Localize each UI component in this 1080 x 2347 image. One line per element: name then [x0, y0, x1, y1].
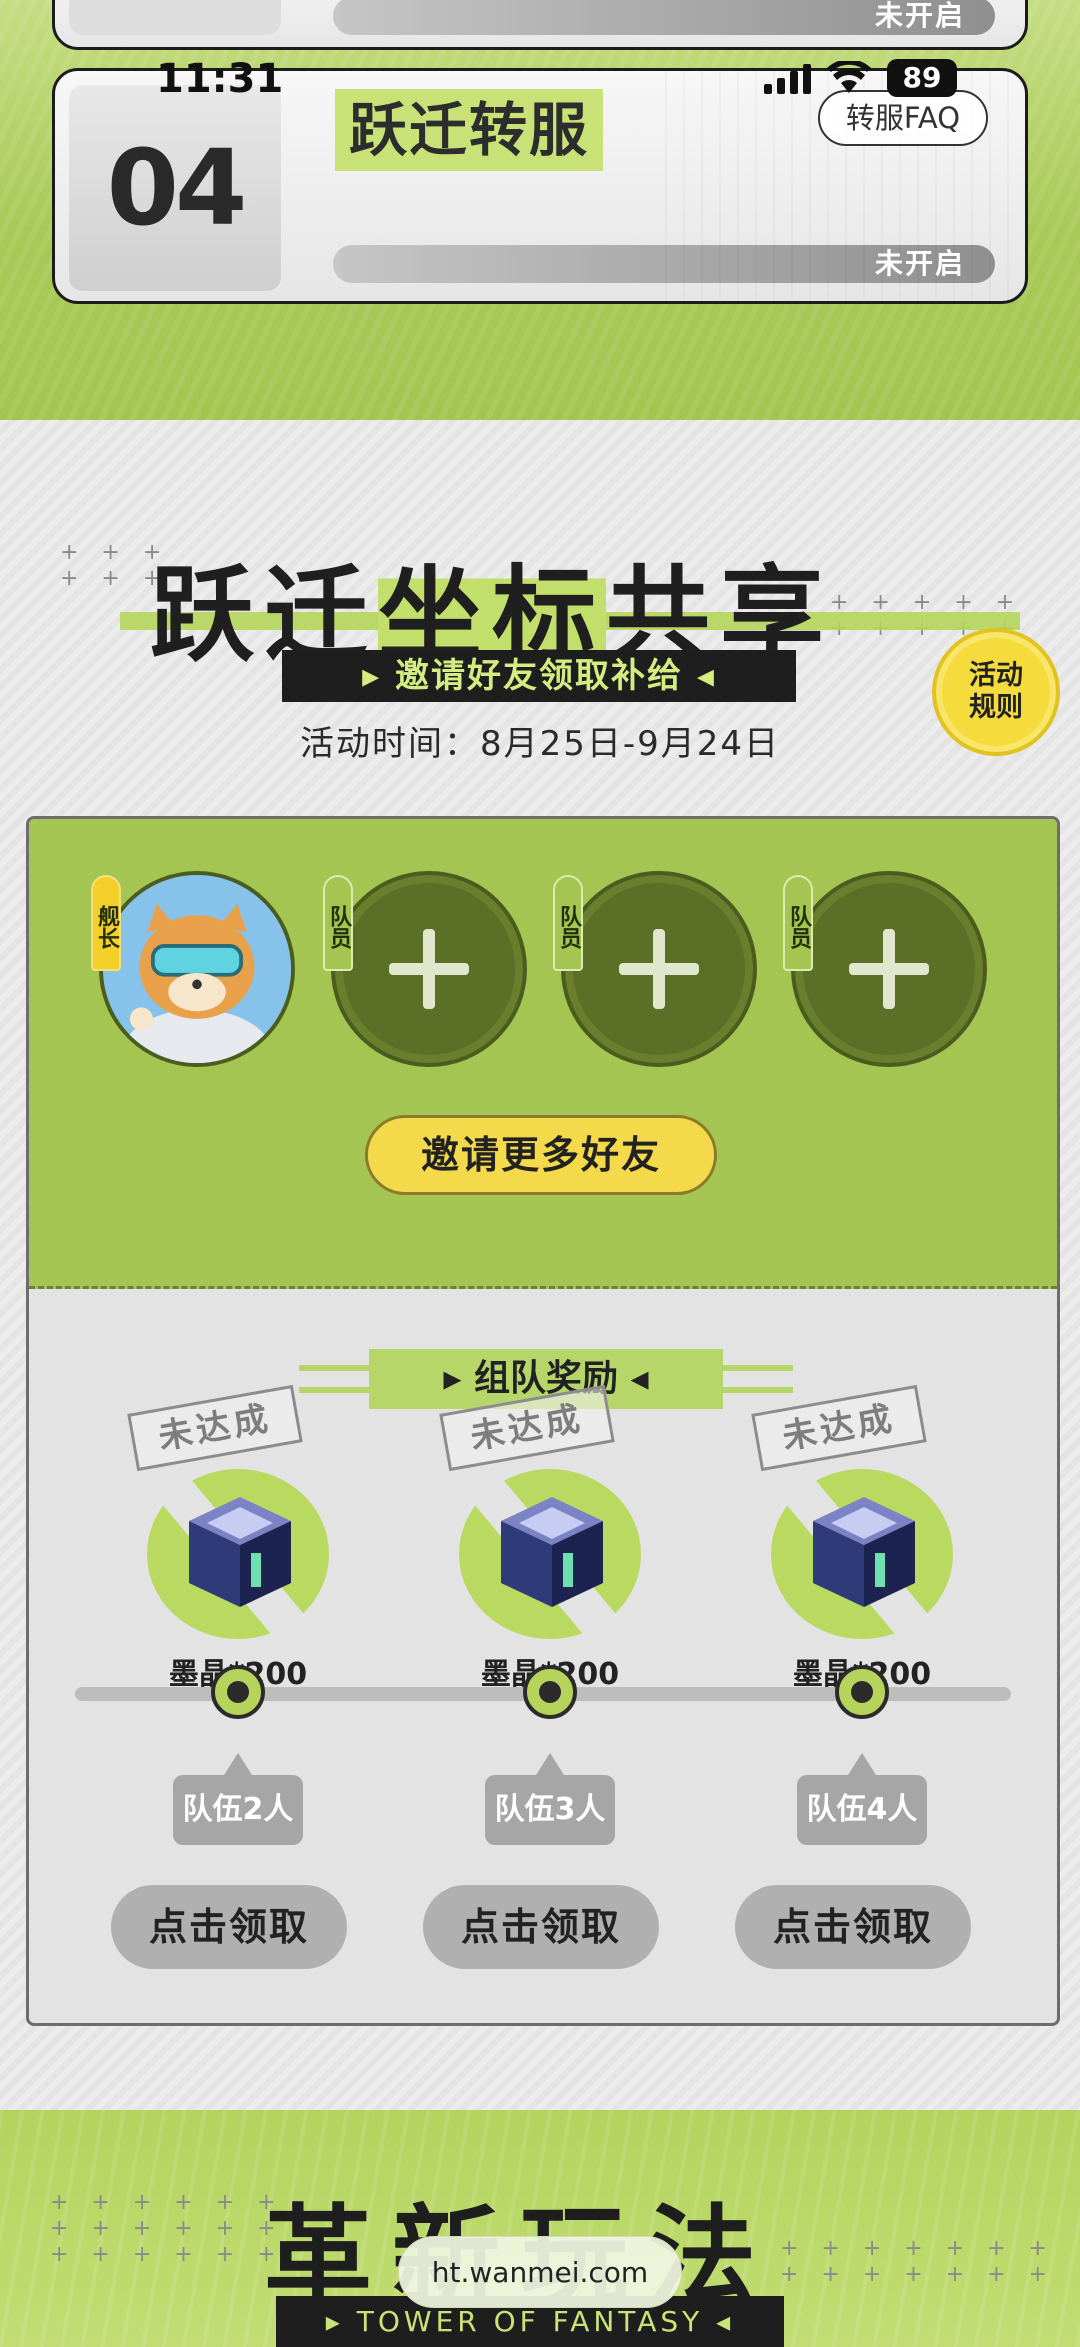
claim-reward-button[interactable]: 点击领取 [423, 1885, 659, 1969]
team-size-requirement: 队伍2人 [173, 1753, 303, 1845]
reward-icon-frame [143, 1469, 333, 1643]
plus-icon [389, 929, 469, 1009]
step-card-03: 未开启 [52, 0, 1028, 50]
progress-node [211, 1665, 265, 1719]
team-panel: 舰长 队员 队员 队员 邀请更多好友 ▸ 组队奖励 ◂ 未达成 未达成 未达成 … [26, 816, 1060, 2026]
event-subtitle: ▸ 邀请好友领取补给 ◂ [282, 650, 796, 702]
plus-pattern-decoration: + + + + + + + + + + + + + + [780, 2236, 1055, 2287]
step-status-bar: 未开启 [333, 245, 995, 283]
claim-reward-button[interactable]: 点击领取 [111, 1885, 347, 1969]
ink-crystal-icon [189, 1497, 291, 1607]
progress-node [523, 1665, 577, 1719]
ink-crystal-icon [813, 1497, 915, 1607]
add-member-slot[interactable] [561, 871, 757, 1067]
avatar [103, 875, 291, 1063]
reward-icon-frame [455, 1469, 645, 1643]
member-tag: 队员 [323, 875, 353, 971]
member-tag: 队员 [783, 875, 813, 971]
team-size-requirement: 队伍4人 [797, 1753, 927, 1845]
member-tag: 队员 [553, 875, 583, 971]
ink-crystal-icon [501, 1497, 603, 1607]
not-achieved-stamp: 未达成 [127, 1384, 303, 1472]
transfer-faq-button[interactable]: 转服FAQ [818, 90, 988, 146]
step-title: 跃迁转服 [335, 89, 604, 171]
event-time: 活动时间：8月25日-9月24日 [299, 724, 781, 764]
plus-icon [849, 929, 929, 1009]
step-status-bar: 未开启 [333, 0, 995, 35]
plus-icon [619, 929, 699, 1009]
cellular-signal-icon [764, 62, 811, 94]
captain-tag: 舰长 [91, 875, 121, 971]
step-number: 04 [69, 85, 281, 291]
battery-icon: 89 [887, 59, 957, 97]
team-members-area: 舰长 队员 队员 队员 邀请更多好友 [29, 819, 1057, 1289]
invite-more-friends-button[interactable]: 邀请更多好友 [365, 1115, 717, 1195]
add-member-slot[interactable] [331, 871, 527, 1067]
status-icons: 89 [764, 58, 957, 98]
plus-pattern-decoration: + + + + + + + + + + + + + + + + + + [50, 2190, 284, 2267]
claim-reward-button[interactable]: 点击领取 [735, 1885, 971, 1969]
captain-avatar[interactable] [99, 871, 295, 1067]
reward-icon-frame [767, 1469, 957, 1643]
step-number-slot [69, 0, 281, 35]
event-rules-button[interactable]: 活动 规则 [932, 628, 1060, 756]
wifi-icon [827, 61, 871, 93]
add-member-slot[interactable] [791, 871, 987, 1067]
browser-url-bar[interactable]: ht.wanmei.com [398, 2236, 682, 2308]
not-achieved-stamp: 未达成 [751, 1384, 927, 1472]
team-size-requirement: 队伍3人 [485, 1753, 615, 1845]
status-time: 11:31 [156, 56, 284, 102]
progress-node [835, 1665, 889, 1719]
